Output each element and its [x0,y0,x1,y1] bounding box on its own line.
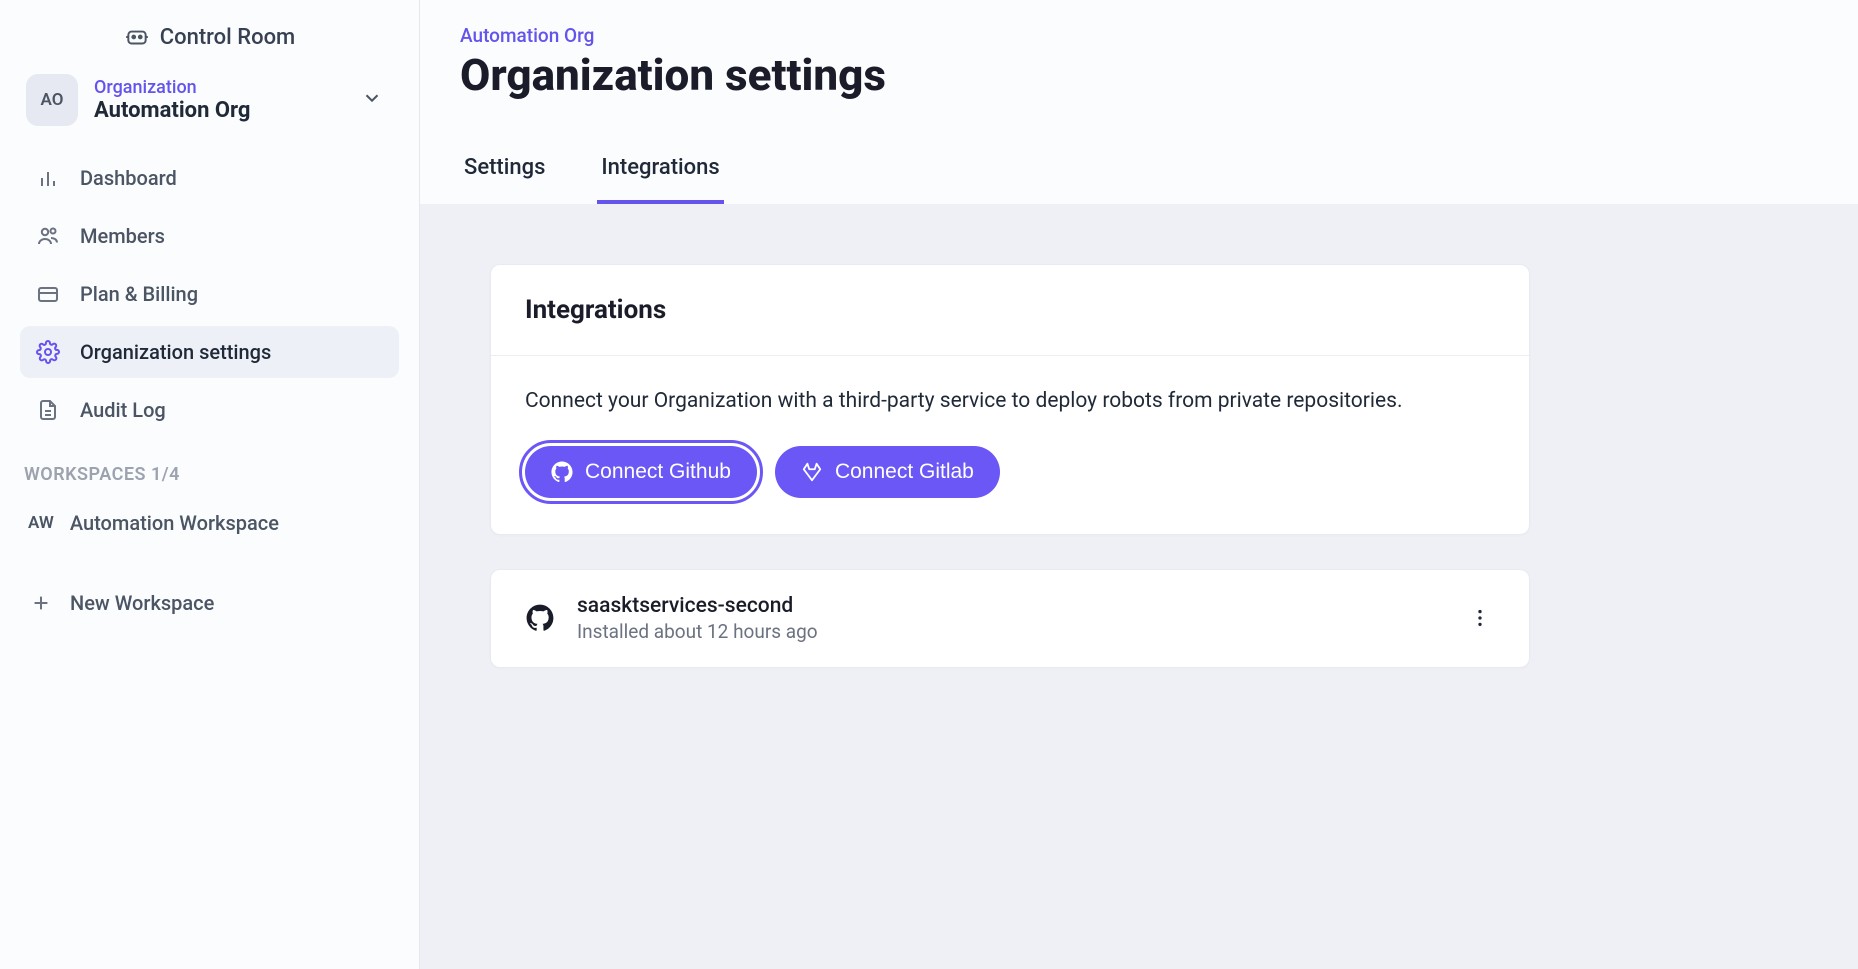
main: Automation Org Organization settings Set… [420,0,1858,969]
button-label: Connect Github [585,460,731,484]
button-label: Connect Gitlab [835,460,974,484]
page-title: Organization settings [460,49,1818,101]
sidebar-item-label: Members [80,224,165,248]
workspace-avatar: AW [28,513,54,533]
tabs: Settings Integrations [460,143,1818,204]
connection-card: saasktservices-second Installed about 12… [490,569,1530,668]
tab-integrations[interactable]: Integrations [597,143,723,204]
robot-icon [124,24,150,50]
connection-text: saasktservices-second Installed about 12… [577,594,1443,643]
connection-subtitle: Installed about 12 hours ago [577,620,1443,643]
sidebar-item-members[interactable]: Members [20,210,399,262]
integrations-card: Integrations Connect your Organization w… [490,264,1530,535]
users-icon [36,224,60,248]
breadcrumb[interactable]: Automation Org [460,24,594,47]
app-name: Control Room [160,25,295,50]
button-row: Connect Github Connect Gitlab [525,446,1495,498]
org-selector[interactable]: AO Organization Automation Org [20,68,399,132]
nav-list: Dashboard Members Plan & Billing Organiz… [20,152,399,436]
sidebar-item-audit-log[interactable]: Audit Log [20,384,399,436]
card-header: Integrations [491,265,1529,356]
org-label: Organization [94,77,345,98]
org-avatar: AO [26,74,78,126]
sidebar-item-label: Dashboard [80,166,177,190]
connect-github-button[interactable]: Connect Github [525,446,757,498]
workspace-name: Automation Workspace [70,511,279,535]
document-icon [36,398,60,422]
sidebar-item-label: Plan & Billing [80,282,198,306]
github-icon [525,603,555,633]
new-workspace-label: New Workspace [70,591,214,615]
sidebar-item-dashboard[interactable]: Dashboard [20,152,399,204]
card-title: Integrations [525,295,1495,325]
chevron-down-icon [361,87,393,113]
app-header: Control Room [20,16,399,68]
gear-icon [36,340,60,364]
sidebar-item-org-settings[interactable]: Organization settings [20,326,399,378]
github-icon [551,461,573,483]
card-body: Connect your Organization with a third-p… [491,356,1529,534]
credit-card-icon [36,282,60,306]
tab-settings[interactable]: Settings [460,143,549,204]
org-name: Automation Org [94,98,345,123]
connection-row: saasktservices-second Installed about 12… [491,570,1529,667]
chart-bar-icon [36,166,60,190]
new-workspace-button[interactable]: New Workspace [20,577,399,629]
kebab-menu-icon[interactable] [1465,603,1495,633]
main-header: Automation Org Organization settings Set… [420,0,1858,204]
workspace-item[interactable]: AW Automation Workspace [20,499,399,547]
sidebar-item-label: Organization settings [80,340,271,364]
sidebar-item-label: Audit Log [80,398,166,422]
gitlab-icon [801,461,823,483]
connection-name: saasktservices-second [577,594,1443,618]
sidebar-item-plan-billing[interactable]: Plan & Billing [20,268,399,320]
org-text: Organization Automation Org [94,77,345,123]
workspaces-header: WORKSPACES 1/4 [24,464,395,485]
plus-icon [30,592,52,614]
card-description: Connect your Organization with a third-p… [525,386,1495,418]
connect-gitlab-button[interactable]: Connect Gitlab [775,446,1000,498]
content-area: Integrations Connect your Organization w… [420,204,1858,969]
sidebar: Control Room AO Organization Automation … [0,0,420,969]
